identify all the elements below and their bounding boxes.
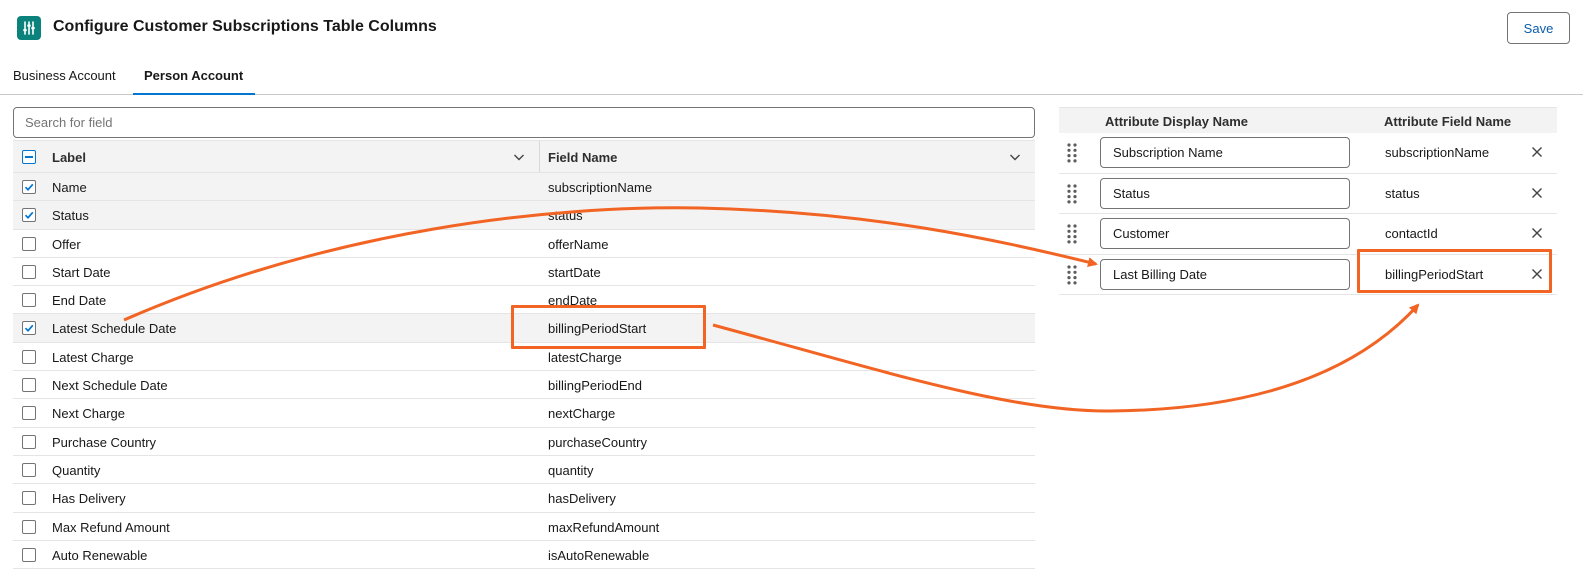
row-field-name: maxRefundAmount — [548, 519, 660, 535]
row-checkbox[interactable] — [22, 208, 36, 223]
drag-handle-icon[interactable] — [1066, 223, 1078, 245]
row-checkbox[interactable] — [22, 321, 36, 336]
row-field-name: status — [548, 208, 583, 224]
column-header-label[interactable]: Label — [52, 150, 86, 165]
row-label: Purchase Country — [52, 434, 157, 450]
row-checkbox[interactable] — [22, 547, 36, 562]
row-field-name: billingPeriodStart — [548, 321, 647, 337]
search-input[interactable] — [13, 107, 1035, 138]
account-type-tabs: Business Account Person Account — [0, 58, 1583, 95]
row-field-name: subscriptionName — [548, 180, 653, 195]
column-header-attribute-field-name: Attribute Field Name — [1384, 114, 1512, 129]
tab-business-account[interactable]: Business Account — [13, 68, 116, 83]
fields-table-header: Label Field Name — [13, 140, 1035, 173]
attribute-row: billingPeriodStart — [1059, 255, 1557, 295]
row-label: Max Refund Amount — [52, 519, 170, 535]
drag-handle-icon[interactable] — [1066, 183, 1078, 205]
table-row[interactable]: Next Charge nextCharge — [13, 399, 1035, 428]
attribute-field-name: subscriptionName — [1385, 145, 1490, 160]
table-row[interactable]: Auto Renewable isAutoRenewable — [13, 541, 1035, 570]
row-checkbox[interactable] — [22, 434, 36, 449]
table-row[interactable]: Latest Schedule Date billingPeriodStart — [13, 314, 1035, 343]
row-checkbox[interactable] — [22, 462, 36, 477]
attribute-display-name-input[interactable] — [1100, 177, 1350, 209]
select-all-checkbox[interactable] — [22, 150, 36, 164]
fields-table-body: Name subscriptionName Status status Offer off… — [13, 173, 1035, 570]
row-field-name: isAutoRenewable — [548, 547, 650, 563]
column-header-field-name[interactable]: Field Name — [548, 150, 617, 165]
attribute-display-name-input[interactable] — [1100, 258, 1350, 290]
row-label: Quantity — [52, 462, 101, 478]
row-label: Next Schedule Date — [52, 378, 168, 394]
settings-sliders-icon — [17, 16, 41, 40]
column-header-attribute-display-name: Attribute Display Name — [1105, 114, 1249, 129]
attribute-row: subscription Name — [1059, 133, 1557, 174]
row-label: Offer — [52, 236, 81, 252]
row-label: End Date — [52, 293, 107, 309]
column-divider[interactable] — [539, 141, 540, 172]
close-icon[interactable] — [1531, 146, 1543, 158]
table-row[interactable]: Purchase Country purchaseCountry — [13, 428, 1035, 456]
table-row[interactable]: End Date endDate — [13, 286, 1035, 315]
row-label: Next Charge — [52, 406, 125, 422]
page-title: Configure Customer Subscriptions Table C… — [53, 18, 437, 35]
row-label: Latest Charge — [52, 349, 134, 365]
attribute-row: status — [1059, 174, 1557, 214]
chevron-down-icon[interactable] — [1009, 151, 1021, 163]
attributes-table-header: Attribute Display Name Attribute Field N… — [1059, 107, 1557, 133]
attribute-field-name: status — [1385, 185, 1420, 201]
page-header: Configure Customer Subscriptions Table C… — [0, 0, 1583, 58]
row-checkbox[interactable] — [22, 519, 36, 534]
row-checkbox[interactable] — [22, 491, 36, 506]
row-checkbox[interactable] — [22, 180, 36, 194]
row-checkbox[interactable] — [22, 264, 36, 279]
row-checkbox[interactable] — [22, 236, 36, 251]
attribute-display-name-input[interactable] — [1100, 137, 1350, 168]
table-row[interactable]: Status status — [13, 201, 1035, 230]
row-field-name: offerName — [548, 236, 609, 252]
drag-handle-icon[interactable] — [1066, 264, 1078, 286]
row-field-name: quantity — [548, 462, 594, 478]
close-icon[interactable] — [1531, 227, 1543, 239]
row-label: Has Delivery — [52, 491, 126, 507]
table-row[interactable]: Latest Charge latestCharge — [13, 343, 1035, 372]
row-field-name: startDate — [548, 264, 601, 280]
table-row[interactable]: Max Refund Amount maxRefundAmount — [13, 513, 1035, 541]
table-row[interactable]: Name subscriptionName — [13, 173, 1035, 202]
attribute-field-name: contactId — [1385, 226, 1438, 241]
drag-handle-icon[interactable] — [1066, 142, 1078, 164]
row-checkbox[interactable] — [22, 406, 36, 421]
tab-person-account[interactable]: Person Account — [133, 68, 256, 95]
row-checkbox[interactable] — [22, 349, 36, 364]
row-label: Latest Schedule Date — [52, 321, 177, 337]
chevron-down-icon[interactable] — [513, 151, 525, 163]
row-field-name: endDate — [548, 293, 598, 309]
row-field-name: latestCharge — [548, 349, 622, 365]
close-icon[interactable] — [1531, 268, 1543, 280]
row-label: Auto Renewable — [52, 547, 148, 563]
save-button[interactable]: Save — [1507, 12, 1570, 44]
row-label: Name — [52, 180, 87, 195]
attribute-row: contactId — [1059, 214, 1557, 255]
attribute-field-name: billingPeriodStart — [1385, 266, 1484, 282]
row-checkbox[interactable] — [22, 293, 36, 308]
table-row[interactable]: Offer offerName — [13, 230, 1035, 258]
row-field-name: purchaseCountry — [548, 434, 647, 450]
row-field-name: hasDelivery — [548, 491, 616, 507]
attributes-table-body: subscriptionName status contactId billingPe… — [1059, 133, 1557, 295]
row-label: Start Date — [52, 264, 111, 280]
table-row[interactable]: Next Schedule Date billingPeriodEnd — [13, 371, 1035, 400]
attribute-display-name-input[interactable] — [1100, 218, 1350, 249]
row-checkbox[interactable] — [22, 378, 36, 393]
table-row[interactable]: Has Delivery hasDelivery — [13, 484, 1035, 513]
table-row[interactable]: Quantity quantity — [13, 456, 1035, 485]
row-field-name: billingPeriodEnd — [548, 378, 642, 394]
row-field-name: nextCharge — [548, 406, 616, 422]
close-icon[interactable] — [1531, 187, 1543, 199]
row-label: Status — [52, 208, 89, 224]
table-row[interactable]: Start Date startDate — [13, 258, 1035, 287]
